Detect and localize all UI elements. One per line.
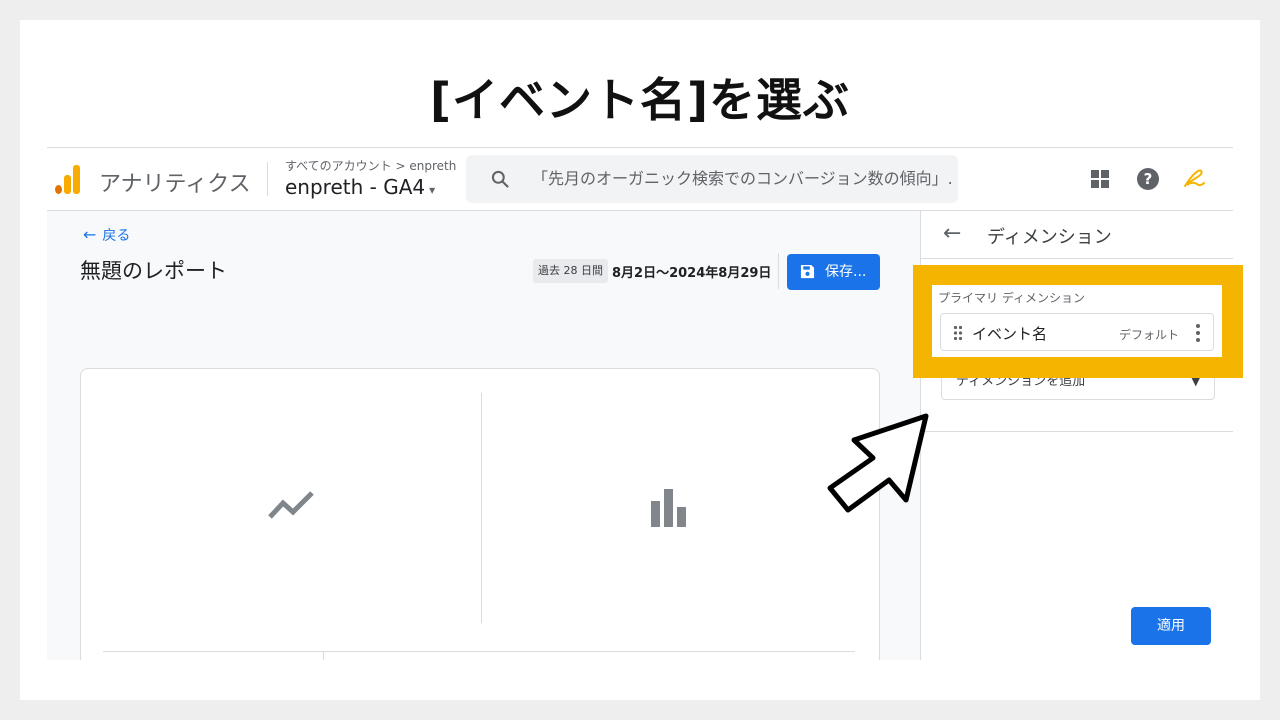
report-title[interactable]: 無題のレポート [80,255,227,285]
card-divider [481,393,482,623]
panel-title: ディメンション [987,227,1112,248]
default-badge: デフォルト [1119,328,1180,342]
help-icon[interactable]: ? [1137,168,1159,190]
save-label: 保存... [825,264,867,280]
pointer-arrow-icon [827,413,929,513]
date-preset-chip[interactable]: 過去 28 日間 [533,259,608,283]
visualization-card [80,368,880,660]
table-column-divider [323,651,324,660]
apps-grid-icon[interactable] [1091,170,1109,188]
save-icon [800,264,815,279]
product-name[interactable]: アナリティクス [99,166,251,198]
panel-back-icon[interactable]: ← [943,221,961,246]
more-vert-icon[interactable] [1195,324,1201,342]
dimension-chip-event-name[interactable]: イベント名 デフォルト [940,313,1214,351]
line-chart-icon[interactable] [267,487,317,527]
account-selector[interactable]: enpreth - GA4 ▾ [285,175,435,199]
report-builder: ← 戻る 無題のレポート 過去 28 日間 8月2日～2024年8月29日 保存.… [47,211,920,660]
apply-button[interactable]: 適用 [1131,607,1211,645]
panel-divider-2 [921,431,1233,432]
account-name: enpreth - GA4 [285,175,426,199]
caret-down-icon: ▾ [429,183,436,197]
back-label: 戻る [102,228,131,244]
panel-divider [921,258,1233,259]
back-link[interactable]: ← 戻る [83,225,130,245]
date-range[interactable]: 8月2日～2024年8月29日 [612,262,771,281]
bar-chart-icon[interactable] [647,485,689,527]
analytics-window: アナリティクス すべてのアカウント > enpreth enpreth - GA… [47,147,1233,660]
primary-dimension-section: プライマリ ディメンション イベント名 デフォルト [932,285,1222,357]
search-icon [491,170,509,188]
annotation-highlight: プライマリ ディメンション イベント名 デフォルト [913,265,1243,378]
save-button[interactable]: 保存... [787,254,880,290]
header-divider [267,162,268,196]
dimension-chip-label: イベント名 [972,325,1048,343]
primary-dimension-label: プライマリ ディメンション [938,291,1085,305]
slide-title: [イベント名]を選ぶ [429,73,851,127]
toolbar-divider [778,253,779,289]
account-avatar-icon[interactable] [1181,166,1207,192]
drag-handle-icon[interactable] [953,325,963,341]
analytics-logo-icon[interactable] [55,164,83,194]
search-input[interactable] [532,169,952,188]
search-bar[interactable] [466,155,958,203]
table-divider [103,651,855,652]
top-header: アナリティクス すべてのアカウント > enpreth enpreth - GA… [47,148,1233,211]
back-arrow-icon: ← [83,225,97,244]
account-breadcrumb[interactable]: すべてのアカウント > enpreth [285,157,456,174]
